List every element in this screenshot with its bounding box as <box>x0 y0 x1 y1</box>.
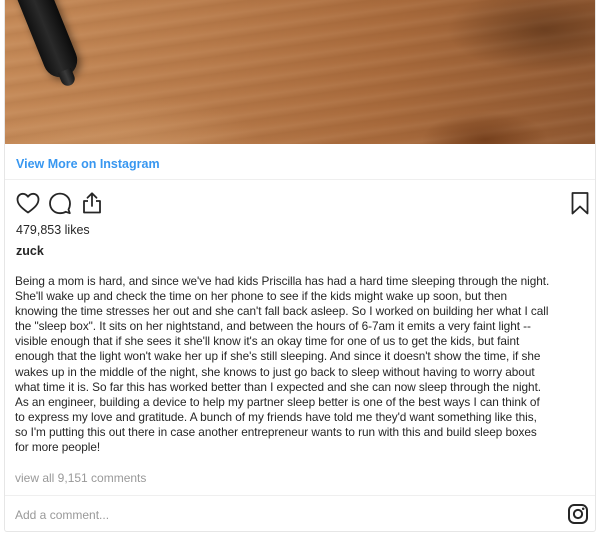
instagram-icon[interactable] <box>567 503 589 525</box>
action-bar <box>15 190 589 216</box>
add-comment-input[interactable] <box>15 506 515 524</box>
bookmark-icon[interactable] <box>567 190 593 216</box>
view-more-on-instagram-link[interactable]: View More on Instagram <box>16 156 160 172</box>
heart-icon[interactable] <box>15 190 41 216</box>
view-all-comments-link[interactable]: view all 9,151 comments <box>15 470 146 486</box>
share-icon[interactable] <box>79 190 105 216</box>
likes-count[interactable]: 479,853 likes <box>16 222 90 238</box>
instagram-embed-card: View More on Instagram 479,853 likes zuc… <box>4 0 596 532</box>
pen-tip <box>57 67 77 88</box>
divider <box>5 179 595 180</box>
post-author-username[interactable]: zuck <box>16 243 44 259</box>
post-photo[interactable] <box>5 0 595 144</box>
comment-bubble-icon[interactable] <box>47 190 73 216</box>
pen-in-photo <box>9 0 83 88</box>
divider <box>5 495 595 496</box>
post-caption: Being a mom is hard, and since we've had… <box>15 274 550 455</box>
